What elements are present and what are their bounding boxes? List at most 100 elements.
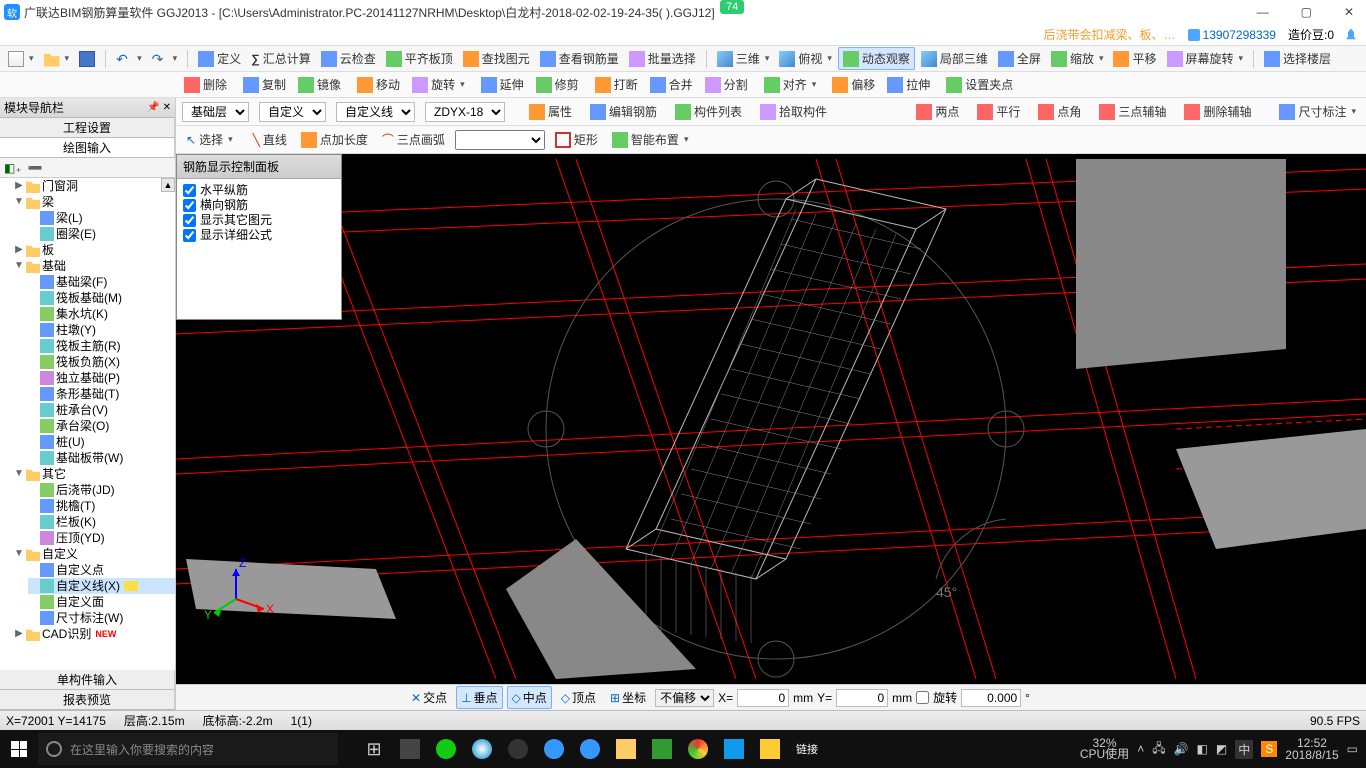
select-tool[interactable]: ↖选择 <box>182 129 237 150</box>
save-button[interactable] <box>75 49 99 69</box>
tray-up-icon[interactable]: ˄ <box>1137 742 1144 756</box>
tab-project-settings[interactable]: 工程设置 <box>0 118 175 137</box>
merge-button[interactable]: 合并 <box>646 74 697 95</box>
edge-icon[interactable] <box>466 733 498 765</box>
viewport-3d[interactable]: Z X Y 45° 钢筋显示控制面板 水平纵筋 横向钢筋 显示其它图元 显示详细… <box>176 154 1366 684</box>
browser-icon[interactable] <box>502 733 534 765</box>
del-axis-button[interactable]: 删除辅轴 <box>1180 101 1255 122</box>
select-floor-button[interactable]: 选择楼层 <box>1260 48 1335 69</box>
rebar-opt-1[interactable]: 横向钢筋 <box>183 198 335 213</box>
start-button[interactable] <box>0 730 38 768</box>
break-button[interactable]: 打断 <box>591 74 642 95</box>
rebar-display-panel[interactable]: 钢筋显示控制面板 水平纵筋 横向钢筋 显示其它图元 显示详细公式 <box>176 154 342 320</box>
cloud-check-button[interactable]: 云检查 <box>317 48 380 69</box>
view-qty-button[interactable]: 查看钢筋量 <box>536 48 623 69</box>
top-view-button[interactable]: 俯视 <box>775 48 836 69</box>
explorer-icon[interactable] <box>610 733 642 765</box>
pick-comp-button[interactable]: 拾取构件 <box>756 101 831 122</box>
ie-icon-2[interactable] <box>574 733 606 765</box>
three-pt-axis-button[interactable]: 三点辅轴 <box>1095 101 1170 122</box>
tab-draw-input[interactable]: 绘图输入 <box>0 138 175 157</box>
line-tool[interactable]: ╲直线 <box>249 129 291 150</box>
snap-perpendicular[interactable]: ⊥垂点 <box>456 686 502 709</box>
split-button[interactable]: 分割 <box>701 74 752 95</box>
snap-midpoint[interactable]: ◇中点 <box>507 686 552 709</box>
new-button[interactable] <box>4 49 38 69</box>
expand-icon[interactable]: ◧₊ <box>4 161 22 175</box>
action-center-icon[interactable]: ▭ <box>1347 742 1358 756</box>
move-button[interactable]: 移动 <box>353 74 404 95</box>
rebar-opt-0[interactable]: 水平纵筋 <box>183 183 335 198</box>
define-button[interactable]: 定义 <box>194 48 245 69</box>
zoom-button[interactable]: 缩放 <box>1047 48 1108 69</box>
dimension-button[interactable]: 尺寸标注 <box>1275 101 1360 122</box>
close-button[interactable]: ✕ <box>1336 5 1362 19</box>
trim-button[interactable]: 修剪 <box>532 74 583 95</box>
dynamic-view-button[interactable]: 动态观察 <box>838 47 915 70</box>
tab-report[interactable]: 报表预览 <box>0 690 175 709</box>
set-grip-button[interactable]: 设置夹点 <box>942 74 1017 95</box>
delete-button[interactable]: 删除 <box>180 74 231 95</box>
local3d-button[interactable]: 局部三维 <box>917 48 992 69</box>
edit-rebar-button[interactable]: 编辑钢筋 <box>586 101 661 122</box>
collapse-icon[interactable]: ➖ <box>28 161 43 175</box>
pin-icon[interactable]: 📌 ✕ <box>147 102 171 113</box>
rotate-check[interactable] <box>916 691 929 704</box>
view3d-button[interactable]: 三维 <box>713 48 774 69</box>
smart-place-tool[interactable]: 智能布置 <box>608 129 693 150</box>
batch-select-button[interactable]: 批量选择 <box>625 48 700 69</box>
subcat-select[interactable]: 自定义线 <box>336 102 415 122</box>
screen-rotate-button[interactable]: 屏幕旋转 <box>1163 48 1248 69</box>
floor-select[interactable]: 基础层 <box>182 102 249 122</box>
ime-s-icon[interactable]: S <box>1261 741 1277 757</box>
offset-mode[interactable]: 不偏移 <box>655 689 714 707</box>
attr-button[interactable]: 属性 <box>525 101 576 122</box>
current-app-icon[interactable] <box>718 733 750 765</box>
arc3-tool[interactable]: ⌒三点画弧 <box>378 129 449 150</box>
rotate-button[interactable]: 旋转 <box>408 74 469 95</box>
tray-clock[interactable]: 12:522018/8/15 <box>1285 737 1338 761</box>
mirror-button[interactable]: 镜像 <box>294 74 345 95</box>
search-box[interactable]: 在这里输入你要搜索的内容 <box>38 733 338 765</box>
redo-button[interactable] <box>148 49 182 69</box>
pan-button[interactable]: 平移 <box>1109 48 1160 69</box>
rebar-opt-2[interactable]: 显示其它图元 <box>183 213 335 228</box>
chrome-icon[interactable] <box>682 733 714 765</box>
bell-icon[interactable] <box>1346 29 1356 41</box>
windows-taskbar[interactable]: 在这里输入你要搜索的内容 ⊞ 链接 32%CPU使用 ˄ 🖧 🔊 ◧ ◩ 中 S… <box>0 730 1366 768</box>
tray-app-icon[interactable]: ◧ <box>1197 742 1208 756</box>
sum-button[interactable]: ∑汇总计算 <box>247 48 315 69</box>
find-element-button[interactable]: 查找图元 <box>459 48 534 69</box>
snap-coord[interactable]: ⊞坐标 <box>605 686 651 709</box>
arc-options[interactable] <box>455 130 545 150</box>
tray-vol-icon[interactable]: 🔊 <box>1174 742 1189 756</box>
rotate-input[interactable] <box>961 689 1021 707</box>
extend-button[interactable]: 延伸 <box>477 74 528 95</box>
account-label[interactable]: 13907298339 <box>1188 28 1276 42</box>
rect-tool[interactable]: 矩形 <box>551 129 602 150</box>
app-icon-3[interactable] <box>646 733 678 765</box>
pt-length-tool[interactable]: 点加长度 <box>297 129 372 150</box>
ie-icon[interactable] <box>538 733 570 765</box>
snap-vertex[interactable]: ◇顶点 <box>556 686 601 709</box>
tree-scroll-up[interactable]: ▲ <box>161 178 175 192</box>
tray-app2-icon[interactable]: ◩ <box>1216 742 1227 756</box>
warning-text[interactable]: 后浇带会扣减梁、板、… <box>1044 26 1176 43</box>
ime-badge[interactable]: 中 <box>1235 740 1253 759</box>
maximize-button[interactable]: ▢ <box>1293 5 1320 19</box>
category-select[interactable]: 自定义 <box>259 102 326 122</box>
fullscreen-button[interactable]: 全屏 <box>994 48 1045 69</box>
copy-button[interactable]: 复制 <box>239 74 290 95</box>
tab-single-input[interactable]: 单构件输入 <box>0 670 175 689</box>
align-button[interactable]: 对齐 <box>760 74 821 95</box>
cpu-meter[interactable]: 32%CPU使用 <box>1080 738 1129 760</box>
minimize-button[interactable]: — <box>1249 5 1277 19</box>
tray-net-icon[interactable]: 🖧 <box>1152 739 1165 760</box>
parallel-button[interactable]: 平行 <box>973 101 1024 122</box>
taskview-icon[interactable]: ⊞ <box>358 733 390 765</box>
two-point-button[interactable]: 两点 <box>912 101 963 122</box>
flat-slab-button[interactable]: 平齐板顶 <box>382 48 457 69</box>
link-label[interactable]: 链接 <box>796 741 818 757</box>
component-select[interactable]: ZDYX-18 <box>425 102 505 122</box>
offset-button[interactable]: 偏移 <box>828 74 879 95</box>
